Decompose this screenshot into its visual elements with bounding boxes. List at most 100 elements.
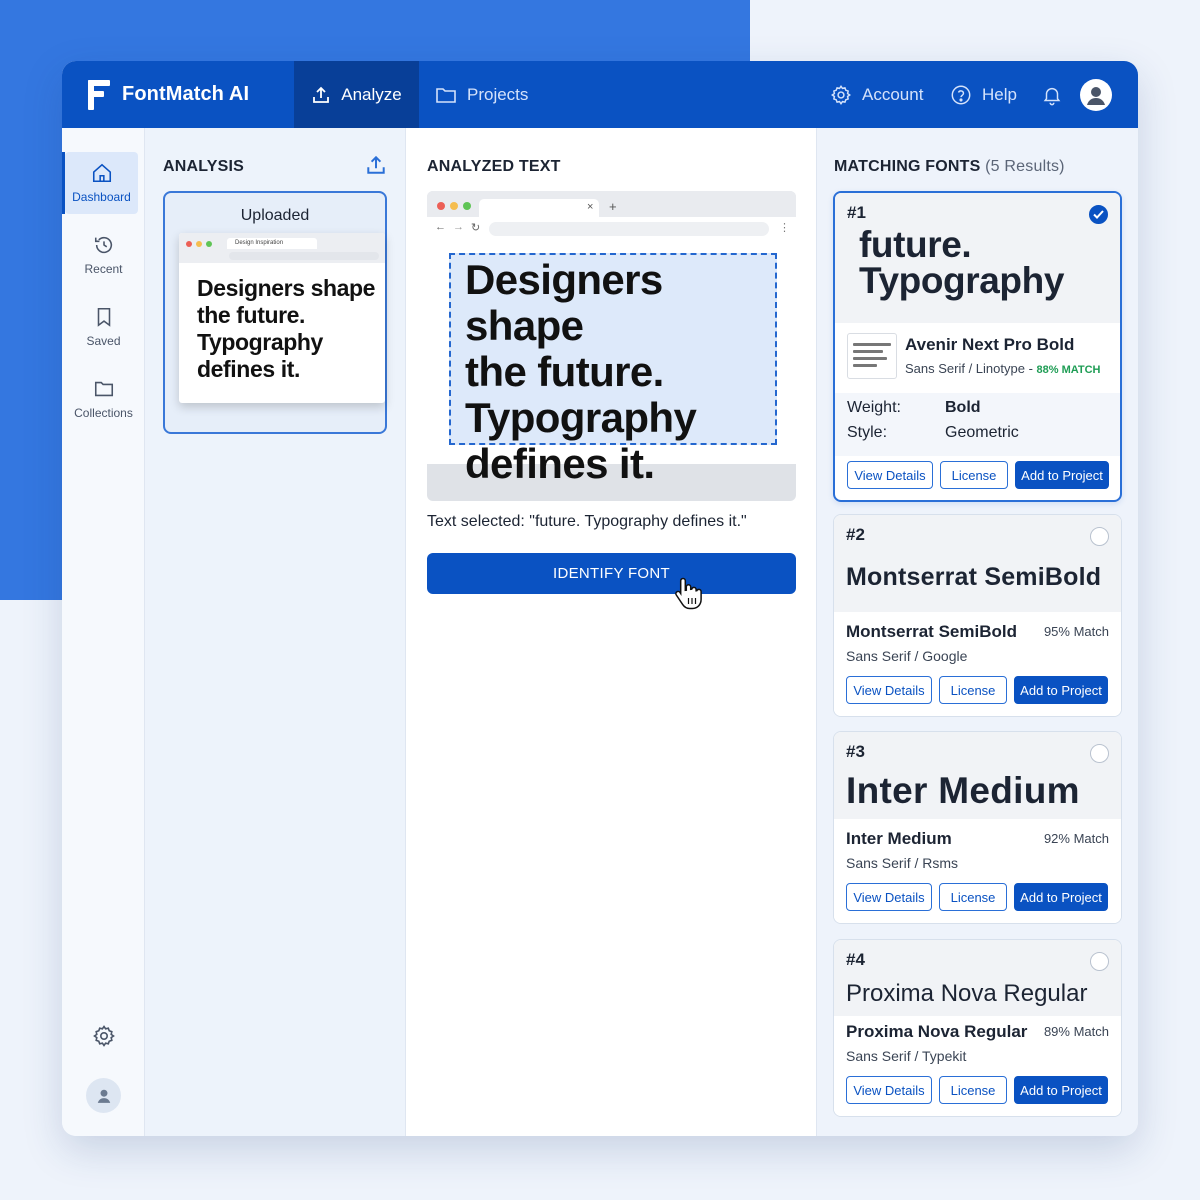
menu-dots-icon: ⋮ [779,222,790,234]
tab-projects[interactable]: Projects [435,61,528,128]
style-value: Geometric [945,424,1019,441]
add-to-project-button[interactable]: Add to Project [1014,676,1108,704]
back-icon: ← [435,221,446,233]
upload-icon[interactable] [365,154,387,176]
font-preview-area: #1 future. Typography [835,193,1120,323]
tab-analyze-label: Analyze [341,84,402,104]
sidebar-item-collections[interactable]: Collections [62,368,145,430]
notifications-button[interactable] [1041,61,1073,128]
font-meta: Sans Serif / Rsms [846,855,959,871]
history-icon [94,236,112,254]
font-details: Weight: Bold Style: Geometric [835,393,1120,456]
add-to-project-button[interactable]: Add to Project [1015,461,1109,489]
analyzed-text-title: ANALYZED TEXT [427,158,561,175]
help-circle-icon [951,85,971,104]
view-details-button[interactable]: View Details [846,1076,932,1104]
sidebar-item-label: Recent [84,262,123,276]
font-result-card-1[interactable]: #1 future. Typography Avenir Next Pro Bo… [833,191,1122,502]
font-result-card-4[interactable]: #4 Proxima Nova Regular Proxima Nova Reg… [833,939,1122,1117]
card-actions: View Details License Add to Project [847,461,1109,489]
select-radio-icon[interactable] [1090,527,1109,546]
matching-fonts-title: MATCHING FONTS (5 Results) [834,158,1065,175]
font-preview-area: #2 Montserrat SemiBold [834,515,1121,612]
font-preview-area: #4 Proxima Nova Regular [834,940,1121,1016]
help-menu[interactable]: Help [950,61,1017,128]
style-label: Style: [847,424,888,441]
bell-icon [1043,87,1061,105]
tab-analyze[interactable]: Analyze [294,61,419,128]
font-sample-thumbnail [847,333,897,379]
sidebar-item-dashboard[interactable]: Dashboard [62,152,138,214]
gear-icon[interactable] [92,1024,116,1048]
sidebar-item-recent[interactable]: Recent [62,224,145,286]
view-details-button[interactable]: View Details [846,883,932,911]
view-details-button[interactable]: View Details [846,676,932,704]
rank-label: #1 [847,203,866,222]
rank-label: #3 [846,742,865,761]
fontmatch-logo-icon [88,79,110,110]
selected-text-caption: Text selected: "future. Typography defin… [427,513,747,530]
browser-toolbar: ← → ↻ ⋮ [427,217,796,241]
help-label: Help [982,84,1017,104]
sidebar: Dashboard Recent Saved Collections [62,128,145,1136]
account-label: Account [862,84,924,104]
font-preview-text: Proxima Nova Regular [846,980,1088,1007]
bookmark-icon [97,307,110,327]
analysis-title: ANALYSIS [163,158,245,175]
view-details-button[interactable]: View Details [847,461,933,489]
font-info-row: Avenir Next Pro Bold Sans Serif / Linoty… [835,323,1120,393]
profile-avatar[interactable] [86,1078,121,1113]
card-actions: View Details License Add to Project [846,883,1108,911]
card-actions: View Details License Add to Project [846,676,1108,704]
brand[interactable]: FontMatch AI [88,61,249,128]
uploaded-image-card[interactable]: Uploaded Design Inspiration Designers sh… [163,191,387,434]
add-to-project-button[interactable]: Add to Project [1014,1076,1108,1104]
identify-font-button[interactable]: IDENTIFY FONT [427,553,796,594]
sidebar-item-saved[interactable]: Saved [62,296,145,358]
app-name: FontMatch AI [122,83,250,105]
weight-value: Bold [945,399,981,416]
account-menu[interactable]: Account [830,61,923,128]
select-radio-icon[interactable] [1090,952,1109,971]
select-radio-icon[interactable] [1090,744,1109,763]
user-avatar-button[interactable] [1080,79,1112,111]
uploaded-text-preview: Designers shape the future. Typography d… [197,275,376,382]
app-window: FontMatch AI Analyze Projects Account He… [62,61,1138,1136]
new-tab-icon: + [609,199,617,214]
mini-browser-tab: Design Inspiration [227,238,317,249]
reload-icon: ↻ [471,222,481,234]
analyzed-text-panel: ANALYZED TEXT × + ← → ↻ ⋮ Designers shap… [406,128,817,1136]
browser-page: Designers shape the future. Typography d… [427,241,796,487]
font-name: Montserrat SemiBold [846,622,1017,641]
add-to-project-button[interactable]: Add to Project [1014,883,1108,911]
uploaded-label: Uploaded [240,207,310,224]
forward-icon: → [453,221,464,233]
matching-fonts-panel: MATCHING FONTS (5 Results) #1 future. Ty… [817,128,1138,1136]
card-actions: View Details License Add to Project [846,1076,1108,1104]
license-button[interactable]: License [939,1076,1007,1104]
analyzed-text: Designers shape the future. Typography d… [465,256,697,487]
match-score: 95% Match [1043,624,1109,639]
text-selection-box[interactable]: Designers shape the future. Typography d… [449,253,777,487]
sidebar-item-label: Saved [86,334,121,348]
weight-label: Weight: [847,399,901,416]
mini-address-bar [229,252,379,260]
select-radio-checked-icon[interactable] [1089,205,1108,224]
rank-label: #4 [846,950,865,969]
font-result-card-2[interactable]: #2 Montserrat SemiBold Montserrat SemiBo… [833,514,1122,717]
match-score: 89% Match [1043,1024,1109,1039]
font-result-card-3[interactable]: #3 Inter Medium Inter Medium 92% Match S… [833,731,1122,924]
gear-icon [831,84,851,105]
font-info: Montserrat SemiBold 95% Match Sans Serif… [834,612,1121,716]
match-score: 92% Match [1043,831,1109,846]
font-name: Avenir Next Pro Bold [905,335,1075,354]
font-name: Inter Medium [846,829,952,848]
tab-projects-label: Projects [467,84,529,104]
license-button[interactable]: License [939,676,1007,704]
license-button[interactable]: License [939,883,1007,911]
font-preview-text: future. Typography [859,224,1064,301]
license-button[interactable]: License [940,461,1008,489]
close-tab-icon: × [587,201,594,213]
user-avatar-icon [97,1089,110,1103]
folder-icon [436,87,456,103]
